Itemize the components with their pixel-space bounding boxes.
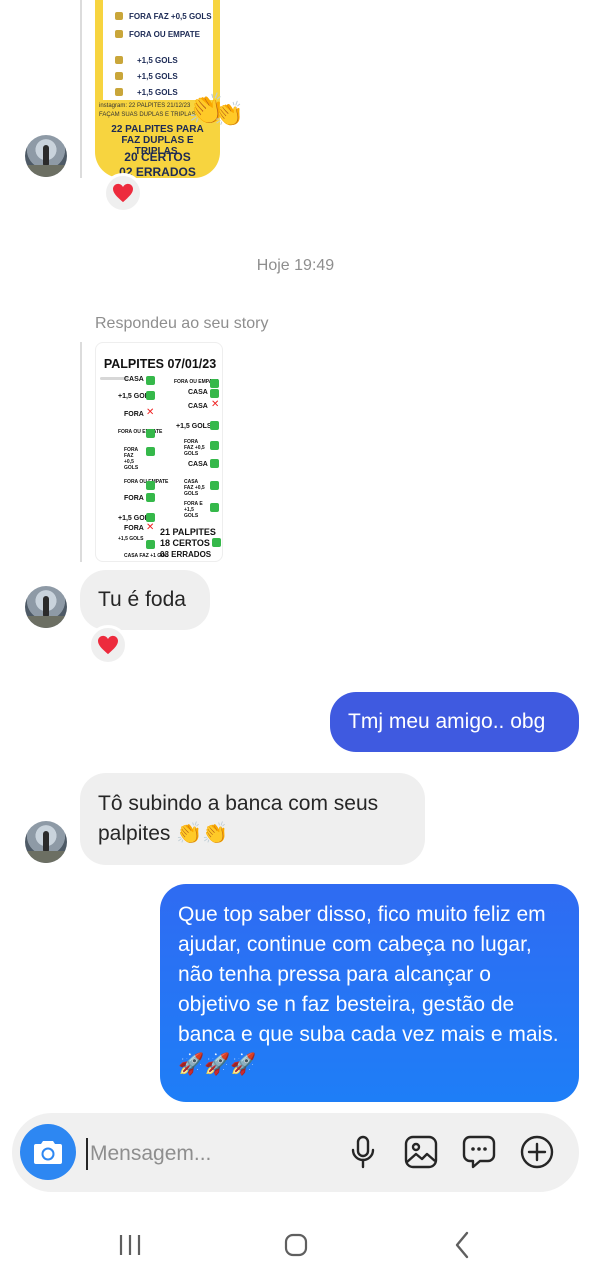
avatar[interactable] [25,586,67,628]
image-row: FORA FAZ +0,5 GOLS [129,12,212,21]
microphone-icon [351,1135,375,1169]
system-navigation-bar [0,1210,591,1280]
sticker-button[interactable] [461,1134,497,1170]
avatar[interactable] [25,821,67,863]
recent-apps-button[interactable] [110,1230,150,1260]
story-label: +1,5 GOLS [176,423,212,430]
reaction-heart[interactable] [88,625,128,665]
story-summary: 21 PALPITES [160,527,216,537]
story-label: CASA [188,403,208,410]
more-button[interactable] [519,1134,555,1170]
image-footer: FAÇAM SUAS DUPLAS E TRIPLAS [99,112,196,118]
story-label: CASA FAZ +0,5 GOLS [184,479,205,497]
reaction-heart[interactable] [103,173,143,213]
story-label: FORA FAZ +0,5 GOLS [124,447,139,471]
back-button[interactable] [442,1230,482,1260]
story-summary: 18 CERTOS [160,538,210,548]
recent-apps-icon [119,1235,141,1255]
image-row: +1,5 GOLS [137,72,178,81]
microphone-button[interactable] [345,1134,381,1170]
image-table: FORA FAZ +0,5 GOLS FORA OU EMPATE +1,5 G… [103,0,213,100]
heart-icon [98,635,118,655]
story-label: FORA [124,495,144,502]
back-chevron-icon [455,1231,469,1259]
plus-circle-icon [520,1135,554,1169]
message-incoming[interactable]: Tu é foda [80,570,210,630]
gallery-button[interactable] [403,1134,439,1170]
story-label: FORA E +1,5 GOLS [184,501,203,519]
camera-icon [34,1141,62,1164]
shared-story-image[interactable]: FORA FAZ +0,5 GOLS FORA OU EMPATE +1,5 G… [95,0,220,178]
story-label: FORA [124,525,144,532]
image-hits: 20 CERTOS [124,150,191,164]
story-label: FORA FAZ +0,5 GOLS [184,439,205,457]
heart-icon [113,183,133,203]
image-icon [404,1135,438,1169]
timestamp: Hoje 19:49 [256,257,335,274]
image-footer: instagram: 22 PALPITES 21/12/23 [99,103,191,109]
story-summary: 03 ERRADOS [160,550,212,559]
message-outgoing[interactable]: Que top saber disso, fico muito feliz em… [160,884,579,1102]
story-label: CASA [124,376,144,383]
clap-emoji: 👏 [214,101,244,128]
replied-story-image[interactable]: PALPITES 07/01/23 CASA +1,5 GOLS FORA ✕ F… [95,342,223,562]
chat-bubble-icon [462,1135,496,1169]
home-icon [284,1233,308,1257]
story-label: FORA [124,411,144,418]
image-row: +1,5 GOLS [137,56,178,65]
message-input[interactable] [86,1138,316,1170]
message-composer [12,1113,579,1192]
image-row: FORA OU EMPATE [129,30,200,39]
camera-button[interactable] [20,1124,76,1180]
home-button[interactable] [276,1230,316,1260]
story-label: CASA [188,389,208,396]
image-row: +1,5 GOLS [137,88,178,97]
story-title: PALPITES 07/01/23 [103,357,217,371]
story-label: FORA OU EMPATE [118,429,163,435]
avatar[interactable] [25,135,67,177]
message-incoming[interactable]: Tô subindo a banca com seus palpites 👏👏 [80,773,425,865]
story-label: +1,5 GOLS [118,536,144,542]
story-reply-line [80,342,82,562]
message-outgoing[interactable]: Tmj meu amigo.. obg [330,692,579,752]
story-label: CASA [188,461,208,468]
replied-to-story-label: Respondeu ao seu story [95,315,269,332]
story-reply-line [80,0,82,178]
